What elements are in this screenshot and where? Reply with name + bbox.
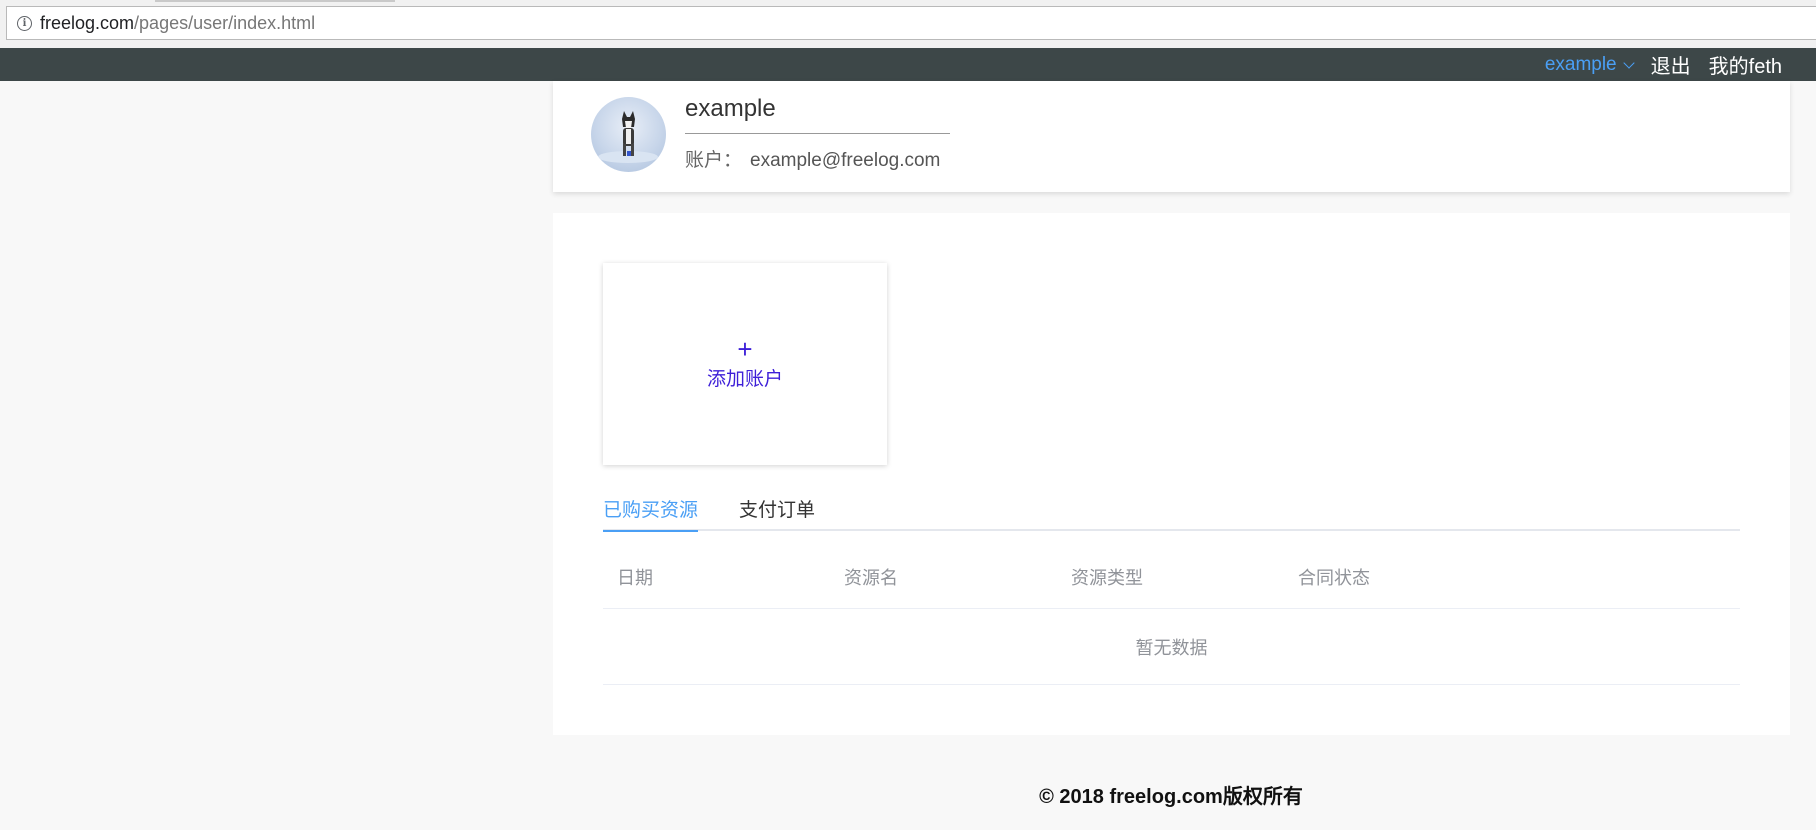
top-nav: example 退出 我的feth — [0, 48, 1816, 81]
footer-copyright: © 2018 freelog.com版权所有 — [1039, 786, 1303, 808]
add-account-label: 添加账户 — [706, 368, 783, 390]
empty-text: 暂无数据 — [1135, 637, 1208, 658]
column-header-resource-type[interactable]: 资源类型 — [1057, 564, 1284, 590]
table-empty-row: 暂无数据 — [603, 609, 1740, 685]
avatar — [591, 97, 666, 172]
plus-icon: + — [737, 333, 753, 364]
main-card: + 添加账户 已购买资源 支付订单 日期 资源名 资源类型 合同状态 暂无数据 — [553, 213, 1790, 735]
account-label: 账户： — [685, 150, 743, 171]
account-email: example@freelog.com — [750, 150, 941, 171]
address-bar[interactable]: i freelog.com/pages/user/index.html — [6, 6, 1816, 40]
url-domain: freelog.com — [40, 12, 135, 33]
user-menu[interactable]: example — [1544, 53, 1635, 76]
account-row: 账户： example@freelog.com — [685, 145, 940, 172]
url-text[interactable]: freelog.com/pages/user/index.html — [40, 13, 315, 34]
my-feth-link[interactable]: 我的feth — [1709, 50, 1782, 79]
browser-tab-strip — [155, 0, 395, 2]
husky-image — [598, 111, 658, 163]
column-header-resource-name[interactable]: 资源名 — [830, 564, 1057, 590]
chevron-down-icon — [1622, 56, 1635, 69]
logout-link[interactable]: 退出 — [1651, 50, 1691, 79]
url-path: /pages/user/index.html — [134, 12, 316, 33]
column-header-date[interactable]: 日期 — [603, 564, 830, 590]
info-icon[interactable]: i — [17, 15, 32, 31]
column-header-contract-status[interactable]: 合同状态 — [1284, 564, 1511, 590]
username-divider — [685, 133, 950, 134]
tabs-bar: 已购买资源 支付订单 — [603, 495, 1740, 532]
resources-table: 日期 资源名 资源类型 合同状态 暂无数据 — [603, 546, 1740, 685]
add-account-card[interactable]: + 添加账户 — [603, 263, 887, 465]
user-menu-label: example — [1544, 53, 1617, 75]
tab-purchased-resources[interactable]: 已购买资源 — [603, 495, 699, 532]
table-header: 日期 资源名 资源类型 合同状态 — [603, 546, 1740, 609]
tab-payment-orders[interactable]: 支付订单 — [739, 495, 815, 530]
profile-username: example — [685, 95, 776, 122]
browser-toolbar: i freelog.com/pages/user/index.html — [0, 0, 1816, 48]
profile-card: example 账户： example@freelog.com — [553, 81, 1790, 192]
